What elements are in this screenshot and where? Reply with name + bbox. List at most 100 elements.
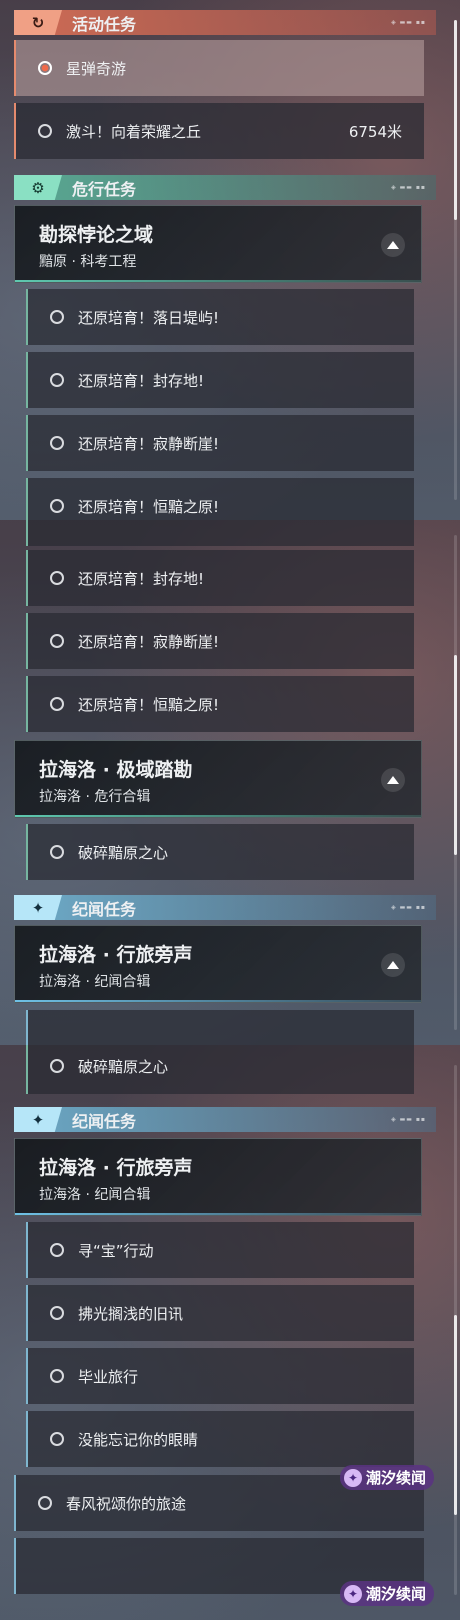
quest-panel-3: 破碎黯原之心 ✦ 纪闻任务 ◈ ▬▬ ▪▪ 拉海洛 · 行旅旁声 拉海洛 · 纪… <box>0 1045 460 1620</box>
quest-group-laharo-travel[interactable]: 拉海洛 · 行旅旁声 拉海洛 · 纪闻合辑 <box>14 925 422 1003</box>
quest-label: 还原培育！寂静断崖! <box>78 632 220 651</box>
group-title: 拉海洛 · 行旅旁声 <box>39 944 193 966</box>
sparkle-icon: ✦ <box>14 1107 62 1132</box>
quest-row-partial[interactable] <box>26 520 414 546</box>
quest-label: 还原培育！封存地! <box>78 569 205 588</box>
watermark-text: 潮汐续闻 <box>366 1469 427 1487</box>
quest-row-partial[interactable] <box>26 1010 414 1045</box>
quest-row-star-trip[interactable]: 星弹奇游 <box>14 40 424 96</box>
quest-label: 毕业旅行 <box>78 1367 139 1386</box>
quest-label: 没能忘记你的眼睛 <box>78 1430 199 1449</box>
quest-group-laharo-travel[interactable]: 拉海洛 · 行旅旁声 拉海洛 · 纪闻合辑 <box>14 1138 422 1216</box>
section-title: 活动任务 <box>72 14 137 34</box>
quest-radio <box>50 845 64 859</box>
quest-label: 还原培育！恒黯之原! <box>78 497 220 516</box>
section-header-activity: ↻ 活动任务 ◈ ▬▬ ▪▪ <box>14 10 436 35</box>
section-title: 纪闻任务 <box>72 1111 137 1131</box>
group-subtitle: 拉海洛 · 危行合辑 <box>39 789 151 805</box>
group-underline <box>15 815 421 817</box>
section-title: 纪闻任务 <box>72 899 137 919</box>
quest-group-paradox[interactable]: 勘探悖论之域 黯原 · 科考工程 <box>14 205 422 283</box>
quest-radio-selected <box>38 61 52 75</box>
chevron-up-icon <box>387 241 399 249</box>
quest-row-sunset[interactable]: 还原培育！落日堤屿! <box>26 289 414 345</box>
quest-row-heart[interactable]: 破碎黯原之心 <box>26 1045 414 1094</box>
quest-label: 拂光搁浅的旧讯 <box>78 1304 184 1323</box>
quest-distance: 6754米 <box>348 122 402 141</box>
header-decoration: ◈ ▬▬ ▪▪ <box>391 1116 426 1123</box>
quest-radio <box>50 1369 64 1383</box>
quest-radio <box>50 634 64 648</box>
quest-label: 还原培育！寂静断崖! <box>78 434 220 453</box>
quest-row-treasure[interactable]: 寻“宝”行动 <box>26 1222 414 1278</box>
scroll-thumb[interactable] <box>454 20 457 220</box>
chevron-up-icon <box>387 776 399 784</box>
quest-label: 还原培育！封存地! <box>78 371 205 390</box>
quest-row-cliff[interactable]: 还原培育！寂静断崖! <box>26 613 414 669</box>
quest-label: 还原培育！恒黯之原! <box>78 695 220 714</box>
quest-radio <box>50 436 64 450</box>
scrollbar[interactable] <box>454 20 457 500</box>
collapse-button[interactable] <box>381 953 405 977</box>
quest-radio <box>38 1496 52 1510</box>
quest-label: 破碎黯原之心 <box>78 1057 169 1076</box>
group-underline <box>15 280 421 282</box>
quest-row-glory-hill[interactable]: 激斗！向着荣耀之丘 6754米 <box>14 103 424 159</box>
collapse-button[interactable] <box>381 233 405 257</box>
scrollbar[interactable] <box>454 535 457 1030</box>
gear-icon: ⚙ <box>14 175 62 200</box>
group-subtitle: 拉海洛 · 纪闻合辑 <box>39 974 151 990</box>
quest-panel-1: ↻ 活动任务 ◈ ▬▬ ▪▪ 星弹奇游 激斗！向着荣耀之丘 6754米 ⚙ 危行… <box>0 0 460 520</box>
quest-row-plain-partial[interactable]: 还原培育！恒黯之原! <box>26 478 414 520</box>
quest-radio <box>50 1059 64 1073</box>
quest-label: 激斗！向着荣耀之丘 <box>66 122 202 141</box>
quest-label: 春风祝颂你的旅途 <box>66 1494 187 1513</box>
header-decoration: ◈ ▬▬ ▪▪ <box>391 19 426 26</box>
quest-label: 寻“宝”行动 <box>78 1241 154 1260</box>
quest-radio <box>50 571 64 585</box>
section-header-story: ✦ 纪闻任务 ◈ ▬▬ ▪▪ <box>14 895 436 920</box>
header-decoration: ◈ ▬▬ ▪▪ <box>391 904 426 911</box>
quest-radio <box>50 697 64 711</box>
group-subtitle: 拉海洛 · 纪闻合辑 <box>39 1187 151 1203</box>
quest-radio <box>50 373 64 387</box>
quest-row-sealed[interactable]: 还原培育！封存地! <box>26 352 414 408</box>
quest-label: 还原培育！落日堤屿! <box>78 308 220 327</box>
header-decoration: ◈ ▬▬ ▪▪ <box>391 184 426 191</box>
section-header-story: ✦ 纪闻任务 ◈ ▬▬ ▪▪ <box>14 1107 436 1132</box>
quest-radio <box>50 499 64 513</box>
scroll-thumb[interactable] <box>454 655 457 855</box>
group-underline <box>15 1213 421 1215</box>
quest-row-heart[interactable]: 破碎黯原之心 <box>26 824 414 880</box>
watermark-badge: ✦ 潮汐续闻 <box>340 1581 435 1606</box>
scroll-thumb[interactable] <box>454 1315 457 1515</box>
quest-row-sealed[interactable]: 还原培育！封存地! <box>26 550 414 606</box>
quest-row-graduation[interactable]: 毕业旅行 <box>26 1348 414 1404</box>
quest-panel-2: 还原培育！封存地! 还原培育！寂静断崖! 还原培育！恒黯之原! 拉海洛 · 极域… <box>0 520 460 1045</box>
quest-radio <box>50 310 64 324</box>
quest-label: 破碎黯原之心 <box>78 843 169 862</box>
group-title: 勘探悖论之域 <box>39 224 154 246</box>
group-subtitle: 黯原 · 科考工程 <box>39 254 137 270</box>
quest-row-cliff[interactable]: 还原培育！寂静断崖! <box>26 415 414 471</box>
group-underline <box>15 1000 421 1002</box>
quest-radio <box>50 1243 64 1257</box>
section-header-danger: ⚙ 危行任务 ◈ ▬▬ ▪▪ <box>14 175 436 200</box>
group-title: 拉海洛 · 行旅旁声 <box>39 1157 193 1179</box>
watermark-text: 潮汐续闻 <box>366 1585 427 1603</box>
quest-radio <box>50 1306 64 1320</box>
quest-group-laharo-polar[interactable]: 拉海洛 · 极域踏勘 拉海洛 · 危行合辑 <box>14 740 422 818</box>
quest-row-eyes[interactable]: 没能忘记你的眼睛 <box>26 1411 414 1467</box>
quest-radio <box>50 1432 64 1446</box>
scrollbar[interactable] <box>454 1065 457 1595</box>
group-title: 拉海洛 · 极域踏勘 <box>39 759 193 781</box>
collapse-button[interactable] <box>381 768 405 792</box>
watermark-badge: ✦ 潮汐续闻 <box>340 1465 435 1490</box>
logo-icon: ✦ <box>344 1468 362 1487</box>
quest-radio <box>38 124 52 138</box>
section-title: 危行任务 <box>72 179 137 199</box>
refresh-icon: ↻ <box>14 10 62 35</box>
chevron-up-icon <box>387 961 399 969</box>
quest-row-old-news[interactable]: 拂光搁浅的旧讯 <box>26 1285 414 1341</box>
quest-row-plain[interactable]: 还原培育！恒黯之原! <box>26 676 414 732</box>
